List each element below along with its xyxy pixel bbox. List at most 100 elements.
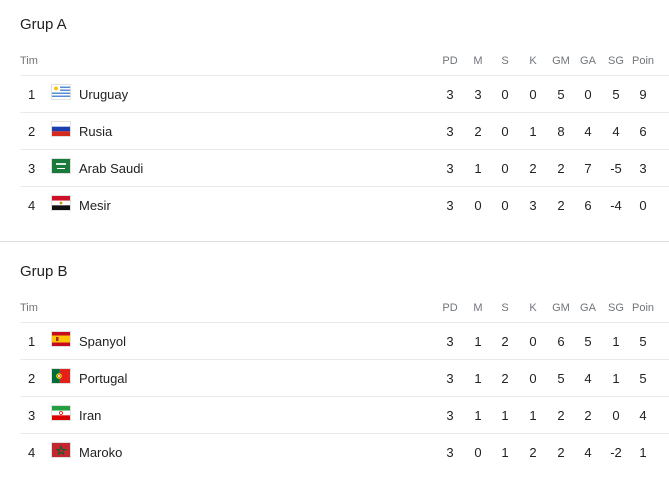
table-row-saudi-arabia[interactable]: 3 Arab Saudi 3 1 0 2 2 7 -5 3 xyxy=(20,149,669,187)
lost-cell: 3 xyxy=(529,198,537,213)
header-goal-diff: SG xyxy=(608,55,624,67)
team-rank: 2 xyxy=(28,371,36,386)
team-rank: 3 xyxy=(28,408,36,423)
goals-against-cell: 6 xyxy=(584,198,592,213)
goals-against-cell: 0 xyxy=(584,87,592,102)
team-name[interactable]: Uruguay xyxy=(79,87,128,102)
drawn-cell: 1 xyxy=(501,408,509,423)
goals-for-cell: 5 xyxy=(557,371,565,386)
goals-against-cell: 4 xyxy=(584,124,592,139)
table-row-uruguay[interactable]: 1 Uruguay 3 3 0 0 5 0 5 9 xyxy=(20,75,669,113)
goal-diff-cell: 4 xyxy=(612,124,620,139)
uruguay-flag-icon xyxy=(52,85,70,99)
table-row-portugal[interactable]: 2 Portugal 3 1 2 0 5 4 1 5 xyxy=(20,359,669,397)
lost-cell: 1 xyxy=(529,408,537,423)
goal-diff-cell: 1 xyxy=(612,334,620,349)
egypt-flag-icon xyxy=(52,196,70,210)
table-header: Tim PD M S K GM GA SG Poin xyxy=(0,52,669,72)
won-cell: 0 xyxy=(474,445,482,460)
table-header: Tim PD M S K GM GA SG Poin xyxy=(0,299,669,319)
lost-cell: 0 xyxy=(529,87,537,102)
table-row-spain[interactable]: 1 Spanyol 3 1 2 0 6 5 1 5 xyxy=(20,322,669,360)
drawn-cell: 2 xyxy=(501,371,509,386)
header-goals-against: GA xyxy=(580,55,596,67)
goals-for-cell: 2 xyxy=(557,161,565,176)
played-cell: 3 xyxy=(446,161,454,176)
played-cell: 3 xyxy=(446,198,454,213)
header-lost: K xyxy=(529,55,537,67)
portugal-flag-icon xyxy=(52,369,70,383)
points-cell: 1 xyxy=(639,445,647,460)
points-cell: 4 xyxy=(639,408,647,423)
team-rank: 1 xyxy=(28,334,36,349)
won-cell: 0 xyxy=(474,198,482,213)
played-cell: 3 xyxy=(446,334,454,349)
points-cell: 0 xyxy=(639,198,647,213)
team-name[interactable]: Spanyol xyxy=(79,334,126,349)
team-name[interactable]: Iran xyxy=(79,408,101,423)
goals-for-cell: 2 xyxy=(557,408,565,423)
header-goals-against: GA xyxy=(580,302,596,314)
team-rank: 2 xyxy=(28,124,36,139)
goal-diff-cell: -4 xyxy=(610,198,622,213)
header-goals-for: GM xyxy=(552,55,570,67)
drawn-cell: 1 xyxy=(501,445,509,460)
points-cell: 9 xyxy=(639,87,647,102)
team-name[interactable]: Rusia xyxy=(79,124,112,139)
header-drawn: S xyxy=(501,302,509,314)
team-name[interactable]: Mesir xyxy=(79,198,111,213)
goal-diff-cell: 5 xyxy=(612,87,620,102)
team-name[interactable]: Portugal xyxy=(79,371,127,386)
goals-for-cell: 2 xyxy=(557,445,565,460)
goals-for-cell: 2 xyxy=(557,198,565,213)
played-cell: 3 xyxy=(446,408,454,423)
won-cell: 1 xyxy=(474,371,482,386)
lost-cell: 2 xyxy=(529,445,537,460)
played-cell: 3 xyxy=(446,445,454,460)
goals-for-cell: 6 xyxy=(557,334,565,349)
header-drawn: S xyxy=(501,55,509,67)
morocco-flag-icon xyxy=(52,443,70,457)
drawn-cell: 0 xyxy=(501,87,509,102)
header-played: PD xyxy=(442,55,458,67)
points-cell: 5 xyxy=(639,371,647,386)
header-points: Poin xyxy=(631,55,655,67)
header-team: Tim xyxy=(20,302,38,314)
header-goals-for: GM xyxy=(552,302,570,314)
iran-flag-icon xyxy=(52,406,70,420)
header-won: M xyxy=(473,55,483,67)
group-title: Grup B xyxy=(20,263,68,280)
table-row-iran[interactable]: 3 Iran 3 1 1 1 2 2 0 4 xyxy=(20,396,669,434)
russia-flag-icon xyxy=(52,122,70,136)
drawn-cell: 0 xyxy=(501,198,509,213)
team-rank: 1 xyxy=(28,87,36,102)
goal-diff-cell: -5 xyxy=(610,161,622,176)
header-won: M xyxy=(473,302,483,314)
saudi-arabia-flag-icon xyxy=(52,159,70,173)
played-cell: 3 xyxy=(446,371,454,386)
drawn-cell: 2 xyxy=(501,334,509,349)
lost-cell: 1 xyxy=(529,124,537,139)
lost-cell: 0 xyxy=(529,371,537,386)
team-rank: 3 xyxy=(28,161,36,176)
played-cell: 3 xyxy=(446,124,454,139)
group-title: Grup A xyxy=(20,16,67,33)
goals-for-cell: 5 xyxy=(557,87,565,102)
table-row-morocco[interactable]: 4 Maroko 3 0 1 2 2 4 -2 1 xyxy=(20,433,669,471)
won-cell: 1 xyxy=(474,408,482,423)
table-row-egypt[interactable]: 4 Mesir 3 0 0 3 2 6 -4 0 xyxy=(20,186,669,224)
points-cell: 5 xyxy=(639,334,647,349)
goal-diff-cell: 0 xyxy=(612,408,620,423)
team-name[interactable]: Arab Saudi xyxy=(79,161,143,176)
drawn-cell: 0 xyxy=(501,124,509,139)
team-name[interactable]: Maroko xyxy=(79,445,122,460)
table-row-russia[interactable]: 2 Rusia 3 2 0 1 8 4 4 6 xyxy=(20,112,669,150)
goals-against-cell: 4 xyxy=(584,371,592,386)
spain-flag-icon xyxy=(52,332,70,346)
goals-against-cell: 4 xyxy=(584,445,592,460)
won-cell: 1 xyxy=(474,334,482,349)
points-cell: 3 xyxy=(639,161,647,176)
played-cell: 3 xyxy=(446,87,454,102)
won-cell: 2 xyxy=(474,124,482,139)
goal-diff-cell: -2 xyxy=(610,445,622,460)
